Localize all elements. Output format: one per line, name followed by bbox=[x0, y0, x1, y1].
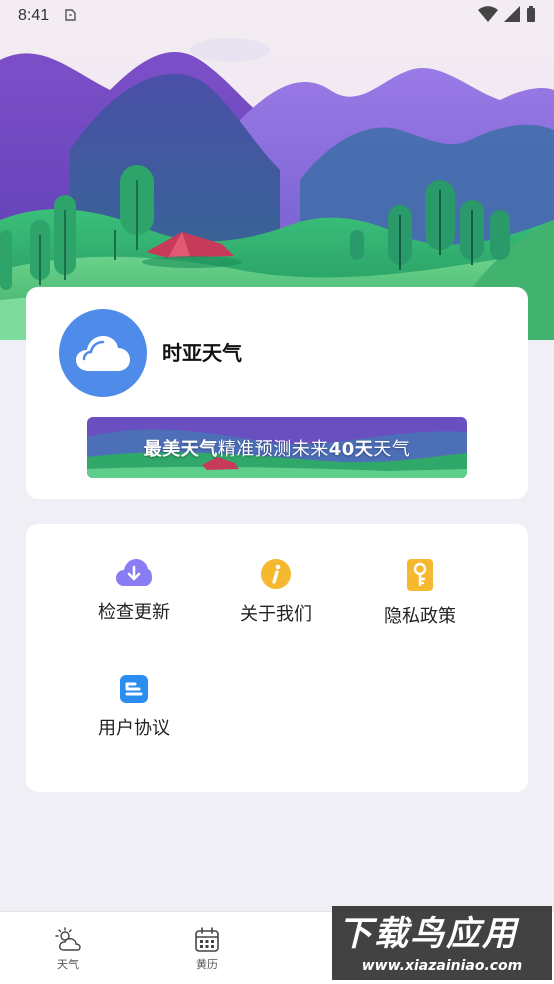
cloud-icon bbox=[76, 336, 130, 371]
calendar-icon bbox=[195, 927, 219, 952]
info-icon bbox=[256, 558, 296, 590]
privacy-policy-button[interactable]: 隐私政策 bbox=[350, 524, 490, 627]
watermark: 下载鸟应用 www.xiazainiao.com bbox=[332, 906, 552, 980]
key-icon bbox=[400, 558, 440, 592]
menu-label: 检查更新 bbox=[98, 602, 170, 623]
nav-label: 天气 bbox=[57, 958, 79, 971]
menu-card: 检查更新 关于我们 隐私政策 用户协议 bbox=[26, 524, 528, 792]
signal-icon bbox=[504, 6, 520, 26]
menu-label: 关于我们 bbox=[240, 604, 312, 625]
menu-label: 隐私政策 bbox=[384, 606, 456, 627]
user-agreement-button[interactable]: 用户协议 bbox=[64, 640, 204, 740]
document-icon bbox=[114, 674, 154, 704]
profile-card: 时亚天气 最美天气 精准预测未来 40天 天气 bbox=[26, 287, 528, 499]
app-logo bbox=[59, 309, 147, 397]
cloud-download-icon bbox=[114, 558, 154, 588]
nav-item-weather[interactable]: 天气 bbox=[28, 926, 108, 972]
nav-label: 黄历 bbox=[196, 958, 218, 971]
app-name: 时亚天气 bbox=[162, 341, 242, 365]
status-bar: 8:41 bbox=[0, 0, 554, 32]
menu-label: 用户协议 bbox=[98, 718, 170, 739]
sd-card-icon bbox=[63, 7, 77, 26]
watermark-url: www.xiazainiao.com bbox=[361, 958, 523, 974]
battery-icon bbox=[526, 6, 536, 26]
status-time: 8:41 bbox=[18, 7, 50, 24]
weather-icon bbox=[55, 927, 81, 951]
wifi-icon bbox=[478, 6, 498, 26]
watermark-title: 下载鸟应用 bbox=[338, 914, 518, 954]
promo-banner[interactable]: 最美天气 精准预测未来 40天 天气 bbox=[87, 417, 467, 478]
banner-text: 最美天气 精准预测未来 40天 天气 bbox=[143, 438, 411, 460]
check-update-button[interactable]: 检查更新 bbox=[64, 524, 204, 624]
about-us-button[interactable]: 关于我们 bbox=[206, 524, 346, 625]
nav-item-almanac[interactable]: 黄历 bbox=[167, 926, 247, 972]
